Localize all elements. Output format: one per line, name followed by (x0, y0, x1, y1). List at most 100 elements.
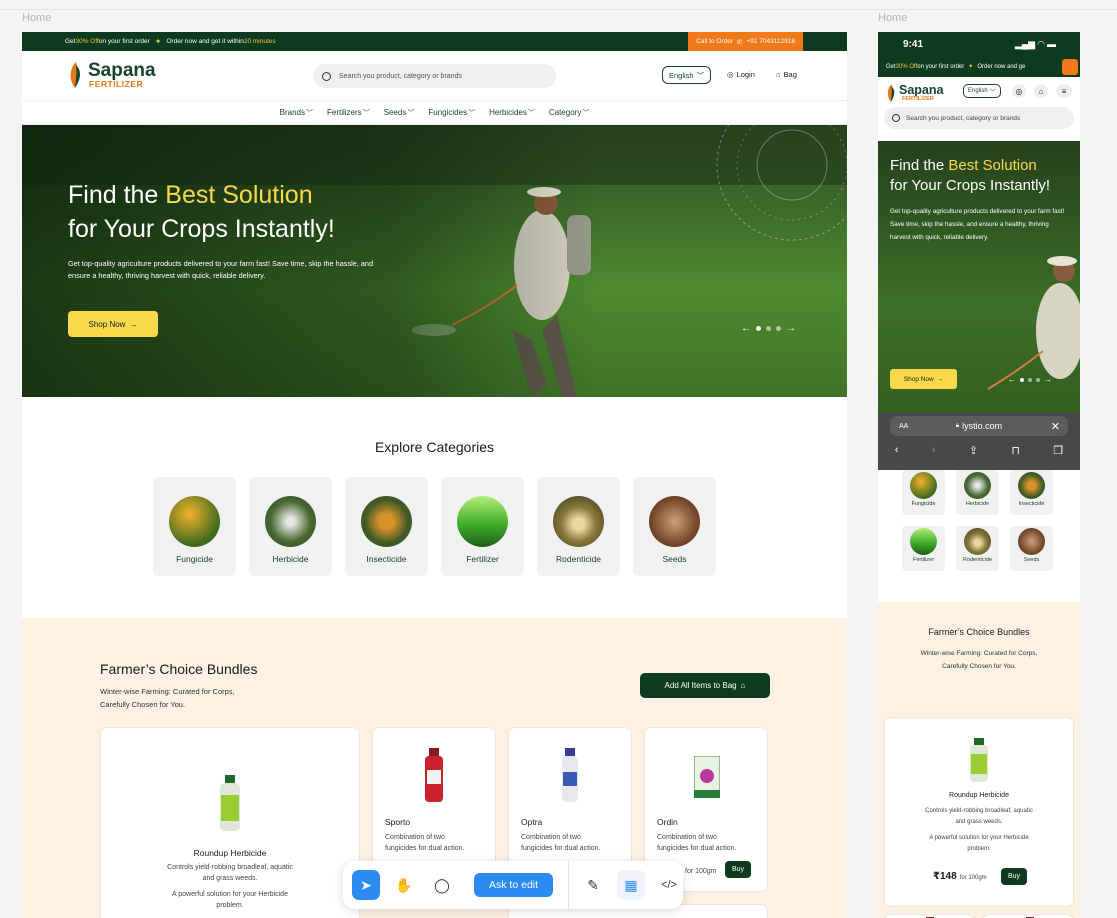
mobile-search-bar[interactable]: Search you product, category or brands (884, 107, 1074, 129)
carousel-dot[interactable] (1020, 377, 1024, 382)
ask-label: Ask to edit (489, 879, 539, 891)
nav-item-herbicides[interactable]: Herbicides﹀ (489, 108, 535, 118)
site-header: Sapana FERTILIZER Search you product, ca… (22, 51, 847, 101)
arrow-left-icon[interactable]: ← (741, 323, 751, 334)
chevron-down-icon: ﹀ (407, 109, 415, 117)
nav-label: Herbicides (489, 107, 527, 117)
promo-discount: 30% Off (895, 63, 918, 70)
category-card-insecticide[interactable]: Insecticide (345, 477, 428, 576)
nav-item-fungicides[interactable]: Fungicides﹀ (428, 108, 475, 118)
search-icon (892, 114, 900, 122)
desc-line: Controls yield-robbing broadleaf, aquati… (167, 864, 293, 871)
menu-icon[interactable]: ≡ (1056, 84, 1072, 98)
carousel-dot[interactable] (766, 326, 771, 331)
mobile-logo[interactable]: Sapana FERTILIZER (886, 83, 943, 103)
buy-button[interactable]: Buy (725, 861, 751, 878)
forward-icon[interactable]: › (932, 444, 936, 457)
arrow-right-icon[interactable]: → (1044, 375, 1052, 384)
cursor-icon: ➤ (360, 876, 372, 893)
arrow-left-icon[interactable]: ← (1008, 375, 1016, 384)
mobile-language-selector[interactable]: English ﹀ (963, 84, 1001, 98)
bag-icon: ⌂ (740, 681, 746, 690)
search-bar[interactable]: Search you product, category or brands (313, 64, 556, 88)
logo[interactable]: Sapana FERTILIZER (68, 61, 156, 89)
mobile-bundles: Farmer’s Choice Bundles Winter-wise Farm… (878, 602, 1080, 918)
category-label: Fungicide (911, 501, 936, 507)
add-all-label: Add All Items to Bag (664, 681, 737, 690)
code-tool-button[interactable]: </> (655, 870, 683, 900)
desc-line: and grass weeds. (202, 875, 258, 882)
carousel-dot[interactable] (1028, 377, 1032, 382)
promo-bar: Get 30% Off on your first order ✦ Order … (22, 32, 847, 51)
tabs-icon[interactable]: ❐ (1053, 444, 1063, 457)
chevron-down-icon: ﹀ (582, 109, 590, 117)
ask-to-edit-button[interactable]: Ask to edit (473, 873, 554, 897)
shop-now-button[interactable]: Shop Now → (890, 369, 957, 389)
bundles-desc-line: Winter-wise Farming: Curated for Corps, (920, 650, 1038, 657)
category-card-fungicide[interactable]: Fungicide (153, 477, 236, 576)
category-card-rodenticide[interactable]: Rodenticide (956, 526, 999, 571)
fungicide-image (169, 496, 220, 547)
address-bar[interactable]: AA 🔒︎ lystio.com ✕ (890, 416, 1068, 436)
featured-product-card[interactable]: Roundup Herbicide Controls yield-robbing… (884, 717, 1074, 907)
desc-line: fungicides for dual action. (385, 845, 465, 852)
buy-button[interactable]: Buy (1001, 868, 1027, 885)
price-row: ₹148 for 100gm (933, 871, 987, 882)
nav-item-seeds[interactable]: Seeds﹀ (384, 108, 415, 118)
canvas-divider (0, 9, 1117, 10)
category-card-seeds[interactable]: Seeds (633, 477, 716, 576)
back-icon[interactable]: ‹ (895, 444, 899, 457)
share-icon[interactable]: ⇪ (969, 444, 978, 457)
nav-label: Seeds (383, 107, 407, 117)
carousel-dot[interactable] (756, 326, 761, 331)
product-card-sporto[interactable] (884, 914, 974, 918)
carousel-dot[interactable] (1036, 377, 1040, 382)
product-unit: for 100gm (959, 875, 987, 881)
pointer-tool-button[interactable]: ➤ (352, 870, 380, 900)
call-to-order-button[interactable]: Call to Order ✆ +91 7043112918 (688, 32, 803, 51)
category-label: Rodenticide (556, 554, 601, 564)
promo-order-text: Order now and get it within (166, 38, 244, 45)
shop-now-button[interactable]: Shop Now → (68, 311, 158, 337)
optra-bottle-image (562, 748, 578, 802)
seeds-image (649, 496, 700, 547)
language-selector[interactable]: English ﹀ (662, 66, 712, 84)
login-link[interactable]: ◎ Login (727, 70, 755, 79)
product-card-optra[interactable] (982, 914, 1074, 918)
add-all-to-bag-button[interactable]: Add All Items to Bag ⌂ (640, 673, 770, 698)
nav-item-fertilizers[interactable]: Fertilizers﹀ (327, 108, 370, 118)
category-card-herbicide[interactable]: Herbicide (956, 470, 999, 515)
phone-number: +91 7043112918 (746, 38, 796, 45)
text-size-button[interactable]: AA (899, 423, 908, 430)
category-card-fungicide[interactable]: Fungicide (902, 470, 945, 515)
category-card-herbicide[interactable]: Herbicide (249, 477, 332, 576)
nav-item-category[interactable]: Category﹀ (549, 108, 589, 118)
inspect-tool-button[interactable]: ▦ (617, 870, 646, 900)
search-placeholder: Search you product, category or brands (339, 72, 462, 80)
draw-tool-button[interactable]: ✎ (579, 870, 607, 900)
category-card-seeds[interactable]: Seeds (1010, 526, 1053, 571)
nav-item-brands[interactable]: Brands﹀ (280, 108, 313, 118)
hand-tool-button[interactable]: ✋ (390, 870, 418, 900)
product-unit: for 100gm (685, 868, 717, 875)
featured-product-card[interactable]: Roundup Herbicide Controls yield-robbing… (100, 727, 360, 918)
comment-tool-button[interactable]: ◯ (428, 870, 456, 900)
category-card-fertilizer[interactable]: Fertilizer (441, 477, 524, 576)
close-icon[interactable]: ✕ (1051, 420, 1060, 433)
desktop-frame-label: Home (22, 12, 52, 24)
user-icon[interactable]: ◎ (1012, 84, 1026, 98)
category-card-rodenticide[interactable]: Rodenticide (537, 477, 620, 576)
bag-icon[interactable]: ⌂ (1034, 84, 1048, 98)
bag-link[interactable]: ⌂ Bag (776, 70, 797, 79)
desc-line: fungicides for dual action. (521, 845, 601, 852)
arrow-right-icon[interactable]: → (786, 323, 796, 334)
fertilizer-image (910, 528, 937, 555)
category-card-fertilizer[interactable]: Fertilizer (902, 526, 945, 571)
buy-label: Buy (731, 866, 745, 873)
bundles-description: Winter-wise Farming: Curated for Corps, … (100, 685, 270, 711)
category-card-insecticide[interactable]: Insecticide (1010, 470, 1053, 515)
bookmarks-icon[interactable]: ⊓ (1011, 444, 1020, 457)
roundup-bottle-image (220, 775, 240, 831)
phone-icon[interactable] (1062, 59, 1078, 75)
carousel-dot[interactable] (776, 326, 781, 331)
